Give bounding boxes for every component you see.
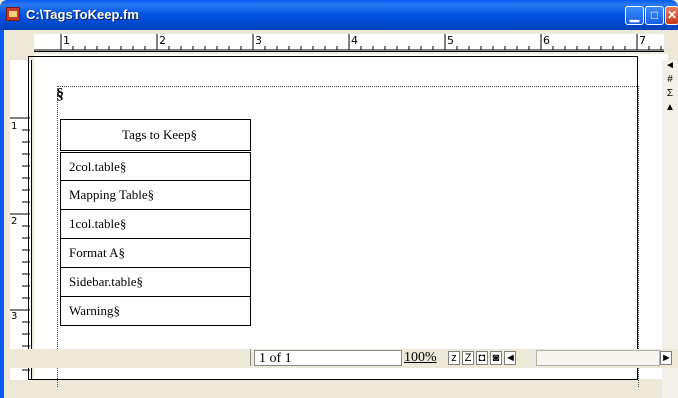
table-row[interactable]: 2col.table§ (60, 151, 251, 181)
zoom-in-button[interactable]: Z (462, 351, 474, 365)
window-title: C:\TagsToKeep.fm (26, 7, 139, 22)
zoom-out-button[interactable]: z (448, 351, 460, 365)
close-button[interactable]: ✕ (665, 6, 678, 25)
table-header[interactable]: Tags to Keep§ (60, 119, 251, 153)
ruler-mark-7: 7 (639, 34, 646, 47)
ruler-mark-4: 4 (351, 34, 358, 47)
framemaker-doc-icon[interactable] (6, 7, 20, 21)
table-row[interactable]: Sidebar.table§ (60, 267, 251, 297)
zoom-level[interactable]: 100% (404, 350, 437, 366)
table-row[interactable]: Mapping Table§ (60, 180, 251, 210)
ruler-mark-2: 2 (159, 34, 166, 47)
ruler-mark-1: 1 (63, 34, 70, 47)
paragraph-mark: § (56, 86, 64, 103)
tags-table[interactable]: Tags to Keep§ 2col.table§ Mapping Table§… (60, 119, 251, 326)
ruler-mark-6: 6 (543, 34, 550, 47)
fit-window-button[interactable]: ◙ (490, 351, 502, 365)
title-bar[interactable]: C:\TagsToKeep.fm ▁ □ ✕ (0, 0, 678, 30)
vruler-mark-1: 1 (11, 121, 18, 132)
horizontal-ruler[interactable]: 1 2 3 4 5 6 7 (34, 34, 664, 52)
scroll-left-button[interactable]: ◄ (504, 351, 516, 365)
vertical-scrollbar[interactable]: ◄ # Σ ▲ (662, 60, 678, 398)
vruler-mark-3: 3 (11, 311, 18, 322)
minimize-button[interactable]: ▁ (625, 6, 644, 25)
ruler-corner (4, 34, 34, 52)
horizontal-scrollbar[interactable] (536, 350, 660, 366)
sidebar-button-4[interactable]: ▲ (662, 102, 678, 114)
table-row[interactable]: 1col.table§ (60, 209, 251, 239)
status-bar: 1 of 1 100% z Z ◘ ◙ ◄ ► (4, 349, 678, 368)
sidebar-button-1[interactable]: ◄ (662, 60, 678, 72)
table-row[interactable]: Warning§ (60, 296, 251, 326)
ruler-mark-3: 3 (255, 34, 262, 47)
sidebar-button-3[interactable]: Σ (662, 88, 678, 100)
maximize-button[interactable]: □ (645, 6, 664, 25)
table-row[interactable]: Format A§ (60, 238, 251, 268)
vruler-mark-2: 2 (11, 216, 18, 227)
scroll-right-button[interactable]: ► (660, 351, 672, 365)
page-indicator[interactable]: 1 of 1 (254, 350, 402, 366)
status-left-panel (4, 349, 251, 366)
ruler-mark-5: 5 (447, 34, 454, 47)
fit-page-button[interactable]: ◘ (476, 351, 488, 365)
sidebar-button-2[interactable]: # (662, 74, 678, 86)
ruler-ticks (34, 34, 664, 51)
